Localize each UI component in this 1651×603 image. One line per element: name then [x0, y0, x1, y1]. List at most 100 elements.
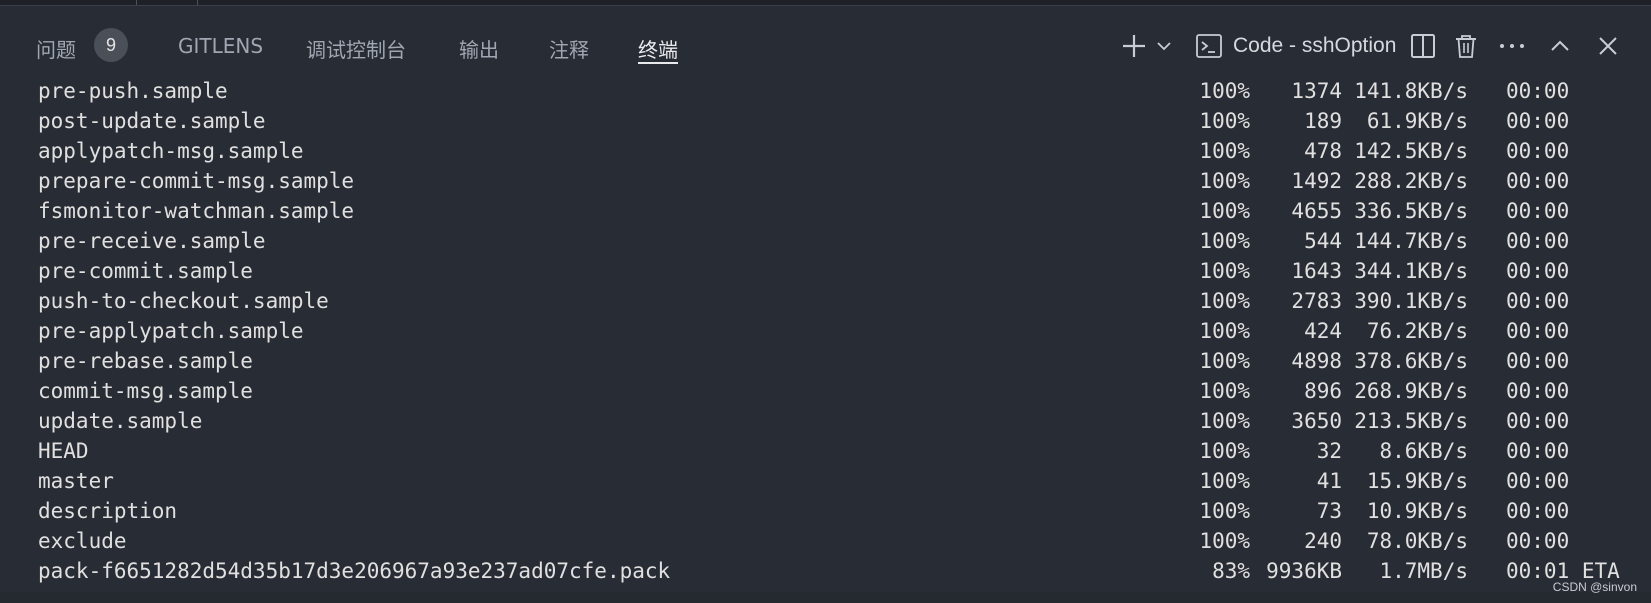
- file-size: 544: [1304, 229, 1342, 253]
- terminal-line: master 100% 41 15.9KB/s 00:00: [0, 466, 1651, 496]
- progress-percent: 100%: [1199, 379, 1250, 403]
- tab-gitlens[interactable]: GITLENS: [178, 18, 263, 66]
- terminal-icon: [1196, 34, 1222, 58]
- progress-percent: 100%: [1199, 499, 1250, 523]
- maximize-panel-button[interactable]: [1543, 28, 1577, 64]
- file-name: pre-rebase.sample: [38, 349, 253, 373]
- progress-percent: 100%: [1199, 169, 1250, 193]
- status-bar-edge: [0, 592, 1651, 603]
- file-size: 189: [1304, 109, 1342, 133]
- split-terminal-button[interactable]: [1405, 28, 1441, 64]
- editor-tab-edge: [0, 0, 137, 5]
- terminal-selector[interactable]: Code - sshOption: [1195, 28, 1405, 64]
- file-size: 478: [1304, 139, 1342, 163]
- file-name: post-update.sample: [38, 109, 266, 133]
- more-actions-button[interactable]: [1495, 28, 1529, 64]
- close-icon: [1599, 37, 1617, 55]
- file-name: update.sample: [38, 409, 203, 433]
- file-size: 41: [1316, 469, 1342, 493]
- terminal-line: post-update.sample 100% 189 61.9KB/s 00:…: [0, 106, 1651, 136]
- split-editor-icon: [1411, 34, 1435, 58]
- transfer-rate: 61.9KB/s: [1366, 109, 1468, 133]
- file-name: pre-push.sample: [38, 79, 228, 103]
- file-size: 3650: [1291, 409, 1342, 433]
- terminal-output[interactable]: pre-push.sample 100% 1374 141.8KB/s 00:0…: [0, 76, 1651, 586]
- file-size: 4655: [1291, 199, 1342, 223]
- transfer-rate: 142.5KB/s: [1354, 139, 1468, 163]
- tab-debug-console[interactable]: 调试控制台: [306, 18, 406, 66]
- file-name: applypatch-msg.sample: [38, 139, 304, 163]
- progress-percent: 83%: [1212, 559, 1250, 583]
- elapsed-time: 00:00: [1506, 439, 1570, 463]
- terminal-line: pre-receive.sample 100% 544 144.7KB/s 00…: [0, 226, 1651, 256]
- elapsed-time: 00:00: [1506, 199, 1570, 223]
- terminal-line: description 100% 73 10.9KB/s 00:00: [0, 496, 1651, 526]
- tab-comments[interactable]: 注释: [549, 18, 589, 66]
- progress-percent: 100%: [1199, 469, 1250, 493]
- tab-label: GITLENS: [178, 34, 264, 58]
- watermark: CSDN @sinvon: [1552, 580, 1637, 594]
- tab-label: 问题: [36, 38, 76, 62]
- terminal-line: applypatch-msg.sample 100% 478 142.5KB/s…: [0, 136, 1651, 166]
- transfer-rate: 288.2KB/s: [1354, 169, 1468, 193]
- elapsed-time: 00:00: [1506, 229, 1570, 253]
- launch-profile-dropdown[interactable]: [1153, 28, 1175, 64]
- file-size: 1492: [1291, 169, 1342, 193]
- file-name: prepare-commit-msg.sample: [38, 169, 355, 193]
- tab-label: 调试控制台: [306, 38, 406, 62]
- progress-percent: 100%: [1199, 139, 1250, 163]
- progress-percent: 100%: [1199, 349, 1250, 373]
- file-name: pre-receive.sample: [38, 229, 266, 253]
- terminal-line: HEAD 100% 32 8.6KB/s 00:00: [0, 436, 1651, 466]
- file-name: commit-msg.sample: [38, 379, 253, 403]
- transfer-rate: 390.1KB/s: [1354, 289, 1468, 313]
- panel-header: 问题 9 GITLENS 调试控制台 输出 注释 终端 Code - sshOp…: [0, 6, 1651, 68]
- file-size: 2783: [1291, 289, 1342, 313]
- file-size: 73: [1316, 499, 1342, 523]
- progress-percent: 100%: [1199, 109, 1250, 133]
- terminal-line: pre-push.sample 100% 1374 141.8KB/s 00:0…: [0, 76, 1651, 106]
- file-name: pre-commit.sample: [38, 259, 253, 283]
- progress-percent: 100%: [1199, 79, 1250, 103]
- chevron-down-icon: [1157, 42, 1171, 51]
- transfer-rate: 268.9KB/s: [1354, 379, 1468, 403]
- transfer-rate: 213.5KB/s: [1354, 409, 1468, 433]
- new-terminal-button[interactable]: [1117, 28, 1151, 64]
- tab-terminal[interactable]: 终端: [638, 18, 678, 66]
- tab-problems[interactable]: 问题 9: [36, 18, 128, 66]
- progress-percent: 100%: [1199, 439, 1250, 463]
- terminal-line: pre-rebase.sample 100% 4898 378.6KB/s 00…: [0, 346, 1651, 376]
- elapsed-time: 00:00: [1506, 469, 1570, 493]
- file-name: master: [38, 469, 114, 493]
- elapsed-time: 00:00: [1506, 319, 1570, 343]
- transfer-rate: 144.7KB/s: [1354, 229, 1468, 253]
- elapsed-time: 00:00: [1506, 289, 1570, 313]
- elapsed-time: 00:00: [1506, 379, 1570, 403]
- transfer-rate: 336.5KB/s: [1354, 199, 1468, 223]
- elapsed-time: 00:00: [1506, 139, 1570, 163]
- elapsed-time: 00:00: [1506, 349, 1570, 373]
- tab-output[interactable]: 输出: [459, 18, 499, 66]
- transfer-rate: 344.1KB/s: [1354, 259, 1468, 283]
- file-name: pack-f6651282d54d35b17d3e206967a93e237ad…: [38, 559, 671, 583]
- terminal-line: pre-commit.sample 100% 1643 344.1KB/s 00…: [0, 256, 1651, 286]
- file-size: 424: [1304, 319, 1342, 343]
- kill-terminal-button[interactable]: [1449, 28, 1483, 64]
- progress-percent: 100%: [1199, 229, 1250, 253]
- transfer-rate: 141.8KB/s: [1354, 79, 1468, 103]
- transfer-rate: 378.6KB/s: [1354, 349, 1468, 373]
- chevron-up-icon: [1551, 40, 1569, 51]
- transfer-rate: 8.6KB/s: [1379, 439, 1468, 463]
- progress-percent: 100%: [1199, 259, 1250, 283]
- close-panel-button[interactable]: [1591, 28, 1625, 64]
- file-size: 4898: [1291, 349, 1342, 373]
- file-size: 9936KB: [1266, 559, 1342, 583]
- file-size: 1374: [1291, 79, 1342, 103]
- vscode-panel-window: 问题 9 GITLENS 调试控制台 输出 注释 终端 Code - sshOp…: [0, 0, 1651, 603]
- elapsed-time: 00:00: [1506, 259, 1570, 283]
- progress-percent: 100%: [1199, 289, 1250, 313]
- transfer-rate: 78.0KB/s: [1366, 529, 1468, 553]
- file-size: 896: [1304, 379, 1342, 403]
- terminal-line: fsmonitor-watchman.sample 100% 4655 336.…: [0, 196, 1651, 226]
- panel-actions: Code - sshOption: [1051, 28, 1651, 64]
